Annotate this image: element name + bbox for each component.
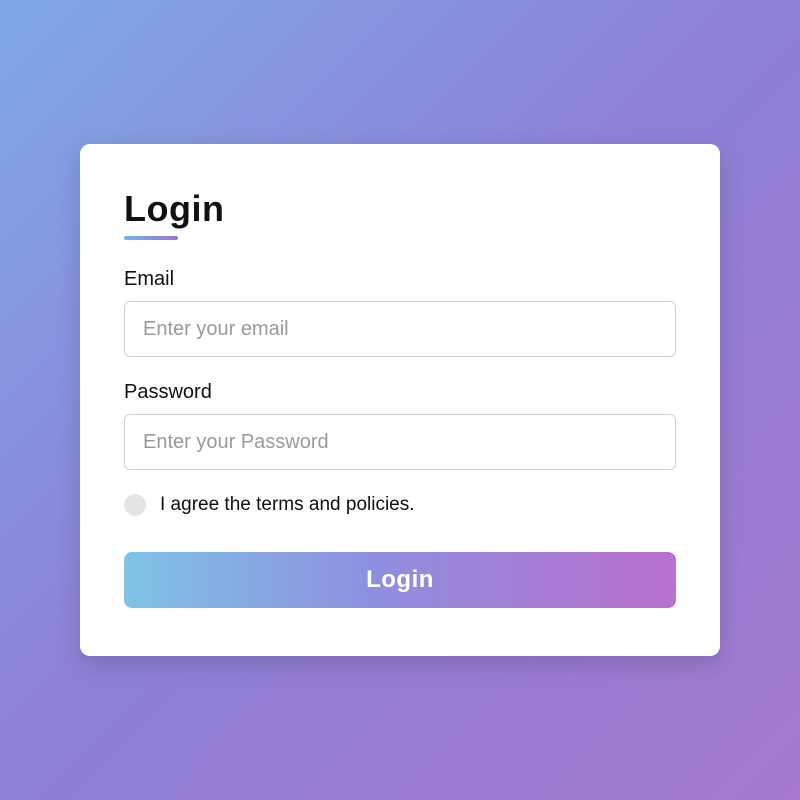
login-button[interactable]: Login	[124, 552, 676, 608]
password-input[interactable]	[124, 414, 676, 470]
login-card: Login Email Password I agree the terms a…	[80, 144, 720, 656]
password-field-group: Password	[124, 381, 676, 470]
terms-checkbox[interactable]	[124, 494, 146, 516]
terms-row: I agree the terms and policies.	[124, 494, 676, 516]
email-label: Email	[124, 268, 676, 291]
page-title: Login	[124, 188, 676, 230]
terms-label: I agree the terms and policies.	[160, 494, 415, 516]
email-input[interactable]	[124, 301, 676, 357]
email-field-group: Email	[124, 268, 676, 357]
password-label: Password	[124, 381, 676, 404]
title-underline	[124, 236, 178, 240]
